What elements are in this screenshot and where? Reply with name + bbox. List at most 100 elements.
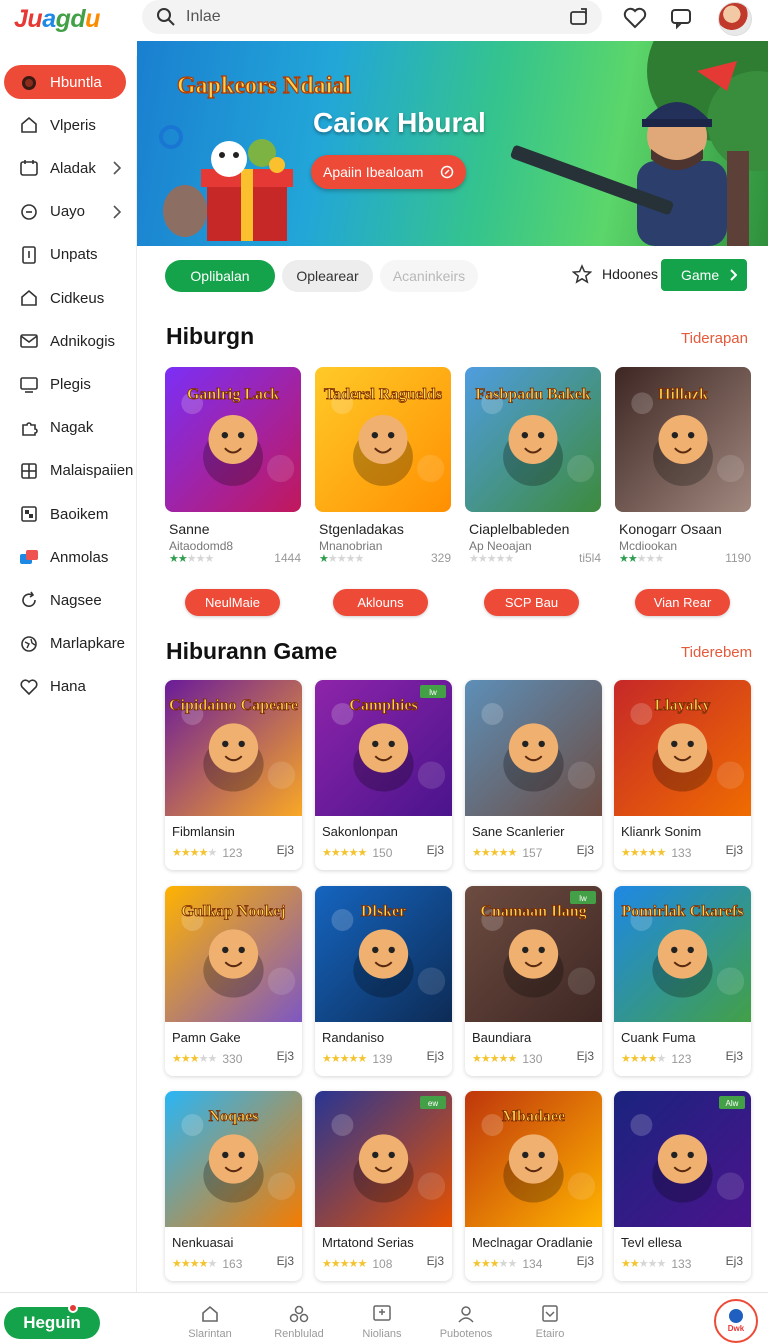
favorites-filter[interactable]: Hdoones	[572, 264, 658, 284]
game-thumbnail[interactable]: Pomirlak Ckarefs	[614, 886, 751, 1022]
game-card[interactable]: Pomirlak Ckarefs Cuank Fuma ★ ★ ★ ★ ★ 123 Ej3	[614, 886, 751, 1076]
game-card[interactable]: Llayaky Klianrk Sonim ★ ★ ★ ★ ★ 133 Ej3	[614, 680, 751, 870]
star-filled-icon: ★	[177, 552, 188, 565]
sidebar-item[interactable]: Unpats	[4, 238, 126, 272]
star-filled-icon: ★	[348, 1052, 359, 1065]
card-action-icon[interactable]: Ej3	[726, 1254, 743, 1268]
game-thumbnail[interactable]: Cipidaino Capeare	[165, 680, 302, 816]
game-thumbnail[interactable]: Llayaky	[614, 680, 751, 816]
sidebar-item[interactable]: Nagsee	[4, 583, 126, 617]
card-action-icon[interactable]: Ej3	[577, 1254, 594, 1268]
game-card[interactable]: Sane Scanlerier ★ ★ ★ ★ ★ 157 Ej3	[465, 680, 602, 870]
sidebar-item[interactable]: Vlperis	[4, 108, 126, 142]
game-thumbnail[interactable]: Fasbpadu Bakek	[465, 367, 601, 512]
card-action-icon[interactable]: Ej3	[726, 1049, 743, 1063]
game-button[interactable]: Game	[661, 259, 747, 291]
star-empty-icon: ★	[638, 1257, 649, 1270]
sidebar-item[interactable]: Nagak	[4, 411, 126, 445]
rating-count: ti5l4	[578, 551, 601, 565]
chevron-right-icon	[112, 160, 126, 176]
game-card[interactable]: Alw Tevl ellesa ★ ★ ★ ★ ★ 133 Ej3	[614, 1091, 751, 1281]
game-thumbnail[interactable]: Cnamaan Ilang lw	[465, 886, 602, 1022]
card-action-icon[interactable]: Ej3	[277, 843, 294, 857]
game-card[interactable]: Camphies lw Sakonlonpan ★ ★ ★ ★ ★ 150 Ej3	[315, 680, 452, 870]
bottom-nav-item[interactable]: Slarintan	[172, 1303, 248, 1343]
sidebar-item[interactable]: Uayo	[4, 195, 126, 229]
sidebar-item[interactable]: Hbuntla	[4, 65, 126, 99]
game-title[interactable]: Sanne	[169, 521, 209, 537]
game-thumbnail[interactable]: Gulkap Nookej	[165, 886, 302, 1022]
card-action-icon[interactable]: Ej3	[427, 1049, 444, 1063]
card-action-icon[interactable]: Ej3	[277, 1049, 294, 1063]
game-thumbnail-art: Fasbpadu Bakek	[465, 367, 601, 512]
game-title[interactable]: Ciaplelbableden	[469, 521, 569, 537]
card-action-icon[interactable]: Ej3	[726, 843, 743, 857]
game-card[interactable]: Gulkap Nookej Pamn Gake ★ ★ ★ ★ ★ 330 Ej3	[165, 886, 302, 1076]
heart-icon[interactable]	[622, 5, 648, 31]
sidebar-item[interactable]: Cidkeus	[4, 281, 126, 315]
sidebar-item[interactable]: Anmolas	[4, 540, 126, 574]
sidebar-item[interactable]: Marlapkare	[4, 627, 126, 661]
game-thumbnail[interactable]: Noqaes	[165, 1091, 302, 1227]
game-thumbnail[interactable]: Hillazk	[615, 367, 751, 512]
search-input[interactable]	[186, 8, 568, 26]
board-icon	[18, 503, 40, 525]
sidebar-item[interactable]: Plegis	[4, 367, 126, 401]
sidebar-item[interactable]: Baoikem	[4, 497, 126, 531]
game-card[interactable]: Cipidaino Capeare Fibmlansin ★ ★ ★ ★ ★ 123 Ej3	[165, 680, 302, 870]
floating-action-button[interactable]: Dwk	[714, 1299, 758, 1343]
filter-tab-1[interactable]: Oplibalan	[165, 260, 275, 292]
section-see-all-link[interactable]: Tiderebem	[681, 644, 752, 661]
app-logo[interactable]: Juagdu	[14, 5, 100, 34]
game-thumbnail[interactable]: Camphies lw	[315, 680, 452, 816]
game-card[interactable]: Noqaes Nenkuasai ★ ★ ★ ★ ★ 163 Ej3	[165, 1091, 302, 1281]
camera-search-icon[interactable]	[568, 6, 590, 28]
sidebar-item-label: Unpats	[50, 246, 98, 264]
game-thumbnail[interactable]: Dlsker	[315, 886, 452, 1022]
search-bar[interactable]	[142, 0, 602, 34]
play-button[interactable]: Aklouns	[333, 589, 428, 616]
card-action-icon[interactable]: Ej3	[427, 843, 444, 857]
star-filled-icon: ★	[498, 846, 509, 859]
bottom-nav-item[interactable]: Etairo	[512, 1303, 588, 1343]
game-card[interactable]: Dlsker Randaniso ★ ★ ★ ★ ★ 139 Ej3	[315, 886, 452, 1076]
game-thumbnail[interactable]: ew	[315, 1091, 452, 1227]
game-thumbnail[interactable]: Mbadaee	[465, 1091, 602, 1227]
game-title[interactable]: Konogarr Osaan	[619, 521, 722, 537]
sidebar-item[interactable]: Aladak	[4, 151, 126, 185]
play-button[interactable]: NeulMaie	[185, 589, 280, 616]
sidebar-item-label: Vlperis	[50, 116, 96, 134]
card-action-icon[interactable]: Ej3	[277, 1254, 294, 1268]
game-title[interactable]: Stgenladakas	[319, 521, 404, 537]
game-thumbnail[interactable]: Alw	[614, 1091, 751, 1227]
bottom-nav-item[interactable]: Pubotenos	[428, 1303, 504, 1343]
filter-tab-2[interactable]: Oplearear	[282, 260, 373, 292]
card-action-icon[interactable]: Ej3	[577, 1049, 594, 1063]
filter-tab-3[interactable]: Acaninkeirs	[380, 260, 478, 292]
game-thumbnail[interactable]: Tadersl Raguelds	[315, 367, 451, 512]
card-action-icon[interactable]: Ej3	[577, 843, 594, 857]
game-thumbnail[interactable]	[465, 680, 602, 816]
chat-icon[interactable]	[668, 5, 694, 31]
hero-banner[interactable]: Gapkeors Ndaial Caioκ Hbural Apaiin Ibea…	[137, 41, 768, 246]
game-card[interactable]: Cnamaan Ilang lw Baundiara ★ ★ ★ ★ ★ 130 Ej3	[465, 886, 602, 1076]
sidebar-item[interactable]: Malaispaiien	[4, 454, 133, 488]
game-card[interactable]: Mbadaee Meclnagar Oradlanie ★ ★ ★ ★ ★ 134 Ej3	[465, 1091, 602, 1281]
game-thumbnail[interactable]: Ganlrig Lack	[165, 367, 301, 512]
bottom-nav-item[interactable]: Renblulad	[261, 1303, 337, 1343]
avatar[interactable]	[718, 2, 752, 36]
play-button[interactable]: SCP Bau	[484, 589, 579, 616]
play-button[interactable]: Vian Rear	[635, 589, 730, 616]
sidebar-item-label: Marlapkare	[50, 635, 126, 653]
login-button[interactable]: Heguin	[4, 1307, 100, 1339]
hero-cta-button[interactable]: Apaiin Ibealoam	[311, 155, 466, 189]
bottom-nav-item[interactable]: Niolians	[344, 1303, 420, 1343]
star-empty-icon: ★	[654, 552, 665, 565]
hero-art-title: Gapkeors Ndaial	[177, 73, 351, 99]
star-filled-icon: ★	[638, 846, 649, 859]
sidebar-item[interactable]: Adnikogis	[4, 324, 126, 358]
card-action-icon[interactable]: Ej3	[427, 1254, 444, 1268]
game-card[interactable]: ew Mrtatond Serias ★ ★ ★ ★ ★ 108 Ej3	[315, 1091, 452, 1281]
section-see-all-link[interactable]: Tiderapan	[681, 330, 748, 347]
sidebar-item[interactable]: Hana	[4, 670, 126, 704]
